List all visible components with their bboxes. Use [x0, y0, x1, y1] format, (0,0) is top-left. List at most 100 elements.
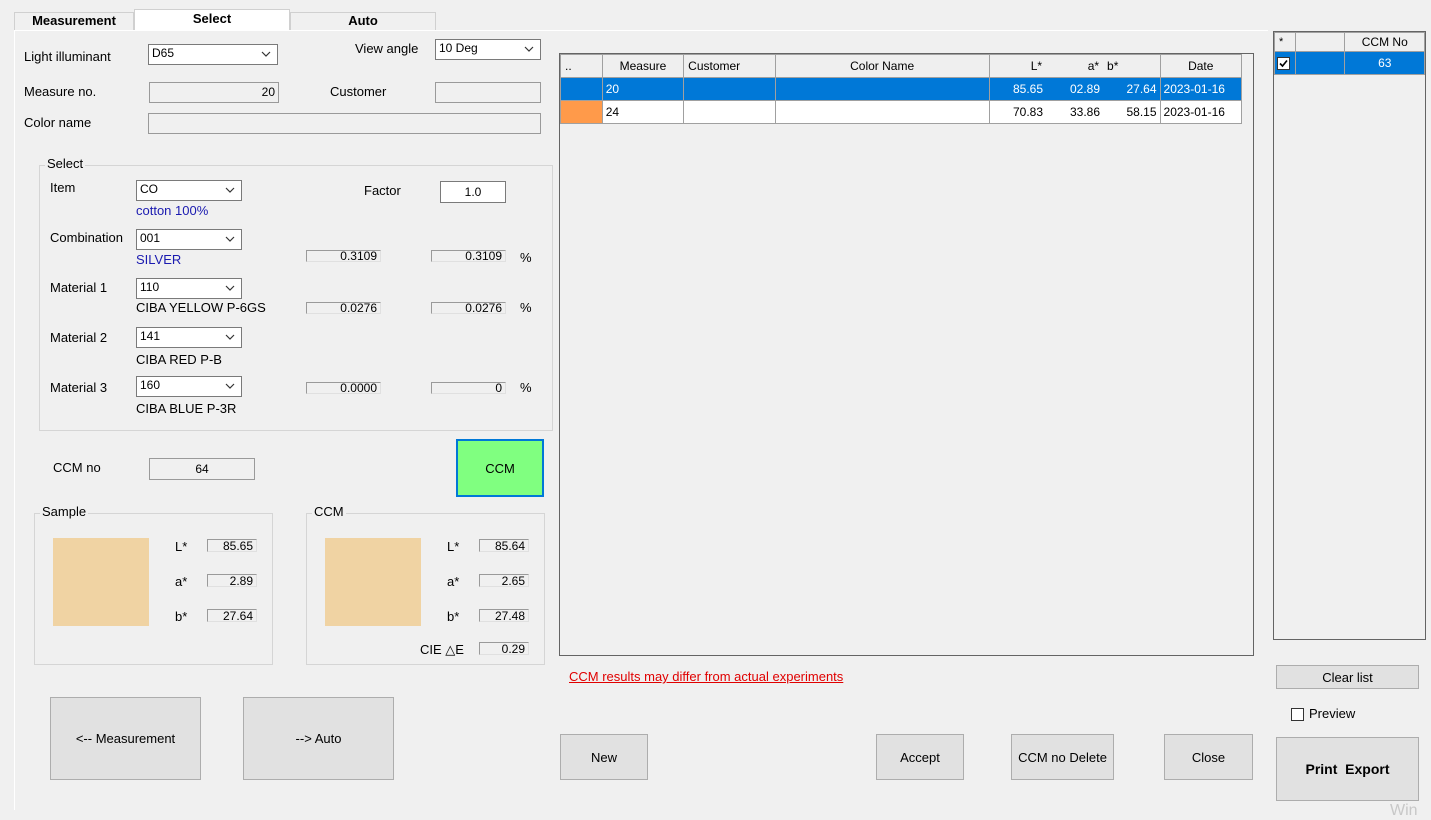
row-color-cell	[560, 100, 603, 124]
column-header-date[interactable]: Date	[1159, 54, 1243, 78]
material-3-value-1: 0.0000	[306, 382, 381, 394]
combination-description: SILVER	[136, 252, 182, 267]
row-b: 27.64	[1103, 77, 1161, 101]
row-a: 33.86	[1046, 100, 1104, 124]
preview-checkbox[interactable]	[1291, 708, 1304, 721]
material-3-select[interactable]: 160	[136, 376, 242, 397]
row-measure: 20	[601, 77, 685, 101]
customer-label: Customer	[330, 84, 387, 99]
chevron-down-icon	[225, 334, 235, 340]
sample-group-title: Sample	[40, 504, 89, 519]
ccm-warning-link[interactable]: CCM results may differ from actual exper…	[569, 669, 843, 684]
material-3-value: 160	[140, 378, 161, 392]
material-2-select[interactable]: 141	[136, 327, 242, 348]
light-illuminant-select[interactable]: D65	[148, 44, 278, 65]
go-to-auto-button[interactable]: --> Auto	[243, 697, 394, 780]
column-header-a[interactable]: a*	[1046, 54, 1104, 78]
ccm-list-row-blank	[1294, 51, 1346, 75]
sample-a-label: a*	[175, 574, 188, 589]
material-1-select[interactable]: 110	[136, 278, 242, 299]
back-to-measurement-button[interactable]: <-- Measurement	[50, 697, 201, 780]
row-measure: 24	[601, 100, 685, 124]
column-header-color-name[interactable]: Color Name	[774, 54, 990, 78]
item-select[interactable]: CO	[136, 180, 242, 201]
combination-value-2: 0.3109	[431, 250, 506, 262]
preview-label: Preview	[1309, 706, 1356, 721]
clear-list-button-label: Clear list	[1322, 669, 1373, 685]
table-header-row: .. Measure Customer Color Name L* a* b* …	[560, 54, 1243, 78]
ccm-list-row[interactable]: 63	[1274, 51, 1425, 75]
ccm-a-value: 2.65	[479, 574, 529, 587]
print-export-button-label: Print Export	[1305, 761, 1390, 777]
close-button[interactable]: Close	[1164, 734, 1253, 780]
ccm-list-header-ccm-no[interactable]: CCM No	[1344, 32, 1425, 52]
table-row[interactable]: 20 85.65 02.89 27.64 2023-01-16	[560, 77, 1243, 101]
measure-no-field[interactable]: 20	[149, 82, 279, 103]
column-header-customer[interactable]: Customer	[683, 54, 776, 78]
view-angle-select[interactable]: 10 Deg	[435, 39, 541, 60]
go-to-auto-label: --> Auto	[295, 731, 342, 746]
column-header-b[interactable]: b*	[1103, 54, 1161, 78]
color-name-field[interactable]	[148, 113, 541, 134]
row-date: 2023-01-16	[1159, 77, 1243, 101]
new-button[interactable]: New	[560, 734, 648, 780]
tab-auto-label: Auto	[348, 13, 378, 28]
material-2-label: Material 2	[50, 330, 108, 345]
tab-select[interactable]: Select	[134, 9, 290, 31]
watermark-text: Win	[1390, 802, 1418, 819]
ccm-list-header-blank[interactable]	[1294, 32, 1346, 52]
row-l: 85.65	[988, 77, 1047, 101]
combination-value-1: 0.3109	[306, 250, 381, 262]
checkbox-checked-icon[interactable]	[1277, 56, 1290, 70]
ccm-button[interactable]: CCM	[456, 439, 544, 497]
ccm-l-value: 85.64	[479, 539, 529, 552]
sample-a-value: 2.89	[207, 574, 257, 587]
customer-field[interactable]	[435, 82, 541, 103]
clear-list-button[interactable]: Clear list	[1276, 665, 1419, 689]
material-2-description: CIBA RED P-B	[136, 352, 222, 367]
light-illuminant-label: Light illuminant	[24, 49, 111, 64]
chevron-down-icon	[225, 187, 235, 193]
ccm-no-field: 64	[149, 458, 255, 480]
material-1-description: CIBA YELLOW P-6GS	[136, 300, 266, 315]
ccm-list-row-ccm-no: 63	[1344, 51, 1425, 75]
print-export-button[interactable]: Print Export	[1276, 737, 1419, 801]
row-color-cell	[560, 77, 603, 101]
chevron-down-icon	[225, 236, 235, 242]
row-b: 58.15	[1103, 100, 1161, 124]
ccm-no-delete-button[interactable]: CCM no Delete	[1011, 734, 1114, 780]
factor-field[interactable]: 1.0	[440, 181, 506, 203]
ccm-list-header-star[interactable]: *	[1274, 32, 1296, 52]
ccm-list-grid[interactable]: * CCM No 63	[1273, 31, 1426, 640]
color-name-label: Color name	[24, 115, 92, 130]
ccm-button-label: CCM	[485, 460, 515, 476]
material-3-pct: %	[520, 380, 532, 395]
chevron-down-icon	[524, 46, 534, 52]
accept-button[interactable]: Accept	[876, 734, 964, 780]
tab-auto[interactable]: Auto	[290, 12, 436, 30]
chevron-down-icon	[225, 285, 235, 291]
column-header-l[interactable]: L*	[988, 54, 1047, 78]
row-date: 2023-01-16	[1159, 100, 1243, 124]
row-color-name	[774, 77, 990, 101]
ccm-l-label: L*	[447, 539, 460, 554]
row-customer	[683, 100, 776, 124]
column-header-marker[interactable]: ..	[560, 54, 603, 78]
item-label: Item	[50, 180, 76, 195]
material-3-value-2: 0	[431, 382, 506, 394]
sample-b-value: 27.64	[207, 609, 257, 622]
ccm-delta-e-value: 0.29	[479, 642, 529, 655]
ccm-no-label: CCM no	[53, 460, 101, 475]
column-header-measure[interactable]: Measure	[601, 54, 685, 78]
tab-measurement-label: Measurement	[32, 13, 116, 28]
table-row[interactable]: 24 70.83 33.86 58.15 2023-01-16	[560, 100, 1243, 124]
select-group-title: Select	[45, 156, 86, 171]
ccm-list-row-check[interactable]	[1274, 51, 1296, 75]
measurement-grid[interactable]: .. Measure Customer Color Name L* a* b* …	[559, 53, 1254, 656]
row-color-name	[774, 100, 990, 124]
accept-button-label: Accept	[900, 749, 940, 765]
chevron-down-icon	[225, 383, 235, 389]
material-1-label: Material 1	[50, 280, 108, 295]
combination-select[interactable]: 001	[136, 229, 242, 250]
tab-measurement[interactable]: Measurement	[14, 12, 134, 30]
